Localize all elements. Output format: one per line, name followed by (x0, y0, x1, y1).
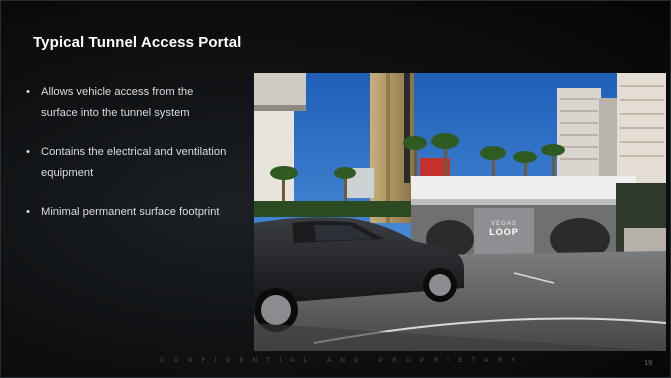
page-number: 19 (644, 358, 653, 367)
presentation-slide: Typical Tunnel Access Portal • Allows veh… (0, 0, 671, 378)
bullet-text: Minimal permanent surface footprint (41, 206, 220, 218)
confidential-footer: CONFIDENTIAL AND PROPRIETARY (160, 357, 525, 364)
building-overhang (254, 73, 306, 105)
bullet-text: Contains the electrical and ventilation … (41, 146, 227, 179)
bullet-marker: • (26, 206, 30, 218)
bullet-marker: • (26, 146, 30, 158)
bullet-list: • Allows vehicle access from the surface … (26, 82, 231, 242)
bullet-item: • Allows vehicle access from the surface … (26, 82, 231, 123)
bullet-marker: • (26, 86, 30, 98)
tunnel-portal-photo: VEGAS LOOP (254, 73, 666, 351)
bullet-text: Allows vehicle access from the surface i… (41, 86, 194, 119)
vegas-loop-sign-bottom: LOOP (489, 227, 519, 237)
tunnel-portal-illustration: VEGAS LOOP (254, 73, 666, 351)
slide-title: Typical Tunnel Access Portal (33, 34, 242, 51)
bullet-item: • Contains the electrical and ventilation… (26, 142, 231, 183)
bullet-item: • Minimal permanent surface footprint (26, 202, 231, 223)
